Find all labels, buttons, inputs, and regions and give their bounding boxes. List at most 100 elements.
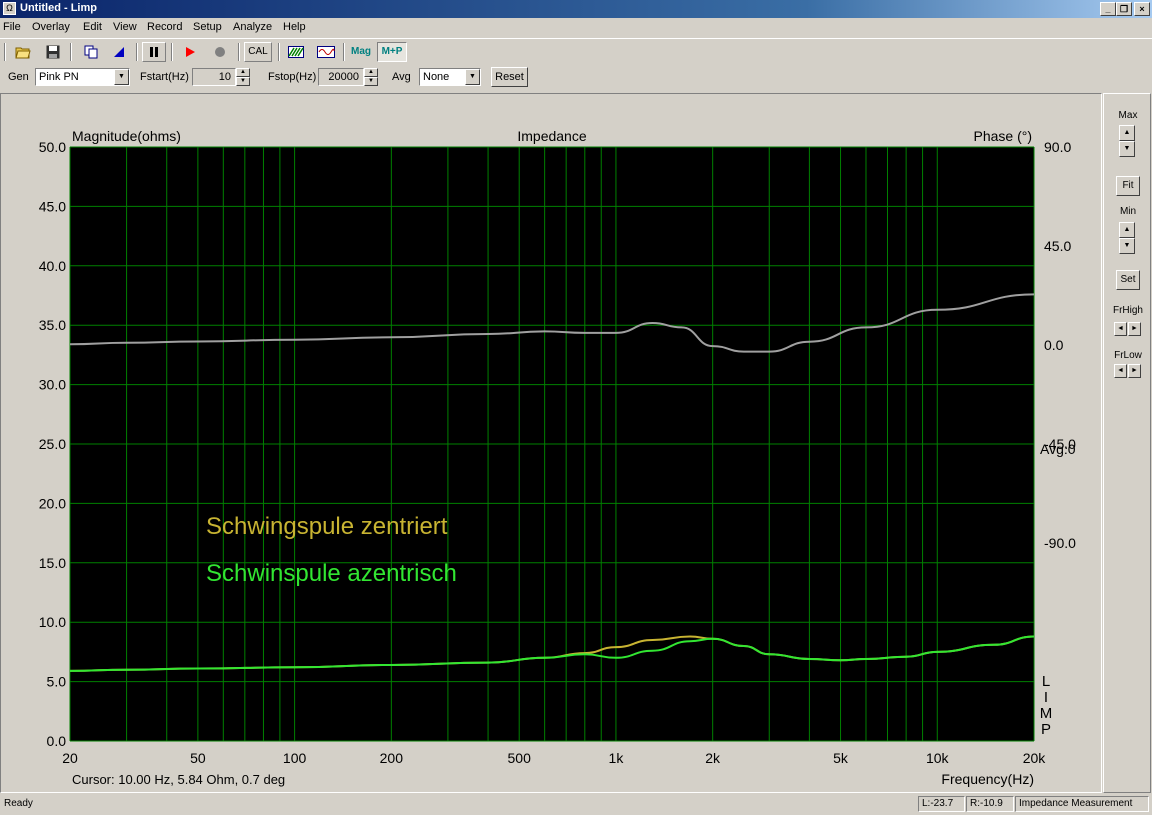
toolbar-separator xyxy=(278,43,280,61)
toolbar-separator xyxy=(4,43,6,61)
chevron-down-icon[interactable]: ▼ xyxy=(114,69,129,85)
side-tag-letter: P xyxy=(1041,721,1051,738)
restore-button[interactable]: ❐ xyxy=(1116,2,1132,16)
max-stepper[interactable]: ▲ ▼ xyxy=(1119,125,1135,157)
impedance-chart[interactable]: 0.0 5.0 10.0 15.0 20.0 25.0 30.0 35.0 40.0 45.0 50… xyxy=(1,94,1101,792)
y-axis-label: Magnitude(ohms) xyxy=(72,128,181,144)
menu-record[interactable]: Record xyxy=(147,21,182,33)
save-button[interactable] xyxy=(42,42,64,62)
toolbar-separator xyxy=(136,43,138,61)
menu-edit[interactable]: Edit xyxy=(83,21,102,33)
status-ready: Ready xyxy=(4,798,33,809)
min-label: Min xyxy=(1119,206,1137,217)
status-left-level: L:-23.7 xyxy=(918,796,965,812)
frlow-stepper[interactable]: ◄ ► xyxy=(1114,364,1142,378)
y2-tick-label: -90.0 xyxy=(1044,535,1076,551)
menu-file[interactable]: File xyxy=(3,21,21,33)
min-stepper[interactable]: ▲ ▼ xyxy=(1119,222,1135,254)
fstart-label: Fstart(Hz) xyxy=(140,71,189,83)
y-tick-label: 25.0 xyxy=(39,436,66,452)
minimize-button[interactable]: _ xyxy=(1100,2,1116,16)
spin-up-icon[interactable]: ▲ xyxy=(364,68,378,77)
chart-title: Impedance xyxy=(517,128,586,144)
x-tick-label: 2k xyxy=(705,750,721,766)
x-axis-label: Frequency(Hz) xyxy=(941,771,1034,787)
waveform-view-button[interactable] xyxy=(314,42,338,62)
x-tick-label: 20k xyxy=(1023,750,1047,766)
record-icon xyxy=(215,47,225,57)
spin-down-icon[interactable]: ▼ xyxy=(364,77,378,86)
fstop-field[interactable]: 20000 xyxy=(318,68,364,86)
open-folder-icon xyxy=(15,47,31,59)
gen-value: Pink PN xyxy=(39,71,79,83)
toolbar-separator xyxy=(238,43,240,61)
y-tick-label: 30.0 xyxy=(39,377,66,393)
spin-down-icon[interactable]: ▼ xyxy=(1119,141,1135,157)
x-tick-label: 50 xyxy=(190,750,206,766)
menu-bar: File Overlay Edit View Record Setup Anal… xyxy=(0,19,1152,37)
graph-panel: 0.0 5.0 10.0 15.0 20.0 25.0 30.0 35.0 40.0 45.0 50… xyxy=(0,93,1102,793)
cursor-readout: Cursor: 10.00 Hz, 5.84 Ohm, 0.7 deg xyxy=(72,772,285,787)
app-icon[interactable]: Ω xyxy=(3,2,16,15)
frhigh-stepper[interactable]: ◄ ► xyxy=(1114,322,1142,336)
cal-button[interactable]: CAL xyxy=(244,42,272,62)
x-tick-label: 500 xyxy=(508,750,532,766)
chevron-right-icon[interactable]: ► xyxy=(1128,364,1141,378)
toolbar-separator xyxy=(70,43,72,61)
title-bar: Ω Untitled - Limp _ ❐ × xyxy=(0,0,1152,18)
mag-button[interactable]: Mag xyxy=(347,42,375,62)
x-tick-label: 200 xyxy=(380,750,404,766)
y-tick-label: 20.0 xyxy=(39,495,66,511)
y2-tick-label: 90.0 xyxy=(1044,139,1071,155)
spin-down-icon[interactable]: ▼ xyxy=(236,77,250,86)
mag-phase-button[interactable]: M+P xyxy=(377,42,407,62)
toolbar: CAL Mag M+P xyxy=(0,38,1152,65)
open-button[interactable] xyxy=(12,42,34,62)
fstart-stepper[interactable]: ▲ ▼ xyxy=(236,68,250,86)
set-button[interactable]: Set xyxy=(1116,270,1140,290)
spin-up-icon[interactable]: ▲ xyxy=(1119,222,1135,238)
toolbar-separator xyxy=(343,43,345,61)
record-button[interactable] xyxy=(208,42,232,62)
chevron-left-icon[interactable]: ◄ xyxy=(1114,322,1127,336)
reset-button[interactable]: Reset xyxy=(491,67,528,87)
spin-up-icon[interactable]: ▲ xyxy=(236,68,250,77)
striped-graph-icon xyxy=(288,46,304,58)
menu-overlay[interactable]: Overlay xyxy=(32,21,70,33)
spin-up-icon[interactable]: ▲ xyxy=(1119,125,1135,141)
close-button[interactable]: × xyxy=(1134,2,1150,16)
x-tick-label: 20 xyxy=(62,750,78,766)
impedance-view-button[interactable] xyxy=(284,42,308,62)
menu-analyze[interactable]: Analyze xyxy=(233,21,272,33)
gen-select[interactable]: Pink PN ▼ xyxy=(35,68,130,86)
pause-button[interactable] xyxy=(142,42,166,62)
legend-annotation: Schwinspule azentrisch xyxy=(206,560,457,587)
spin-down-icon[interactable]: ▼ xyxy=(1119,238,1135,254)
y-tick-label: 35.0 xyxy=(39,317,66,333)
pause-icon xyxy=(150,47,158,57)
side-tag-letter: M xyxy=(1040,705,1053,722)
window-title: Untitled - Limp xyxy=(20,2,97,14)
y2-axis-label: Phase (°) xyxy=(973,128,1032,144)
chevron-right-icon[interactable]: ► xyxy=(1128,322,1141,336)
blue-flag-icon xyxy=(114,47,124,57)
side-tag-letter: I xyxy=(1044,689,1048,706)
avg-select[interactable]: None ▼ xyxy=(419,68,481,86)
chevron-down-icon[interactable]: ▼ xyxy=(465,69,480,85)
copy-button[interactable] xyxy=(80,42,102,62)
menu-help[interactable]: Help xyxy=(283,21,306,33)
y-tick-label: 40.0 xyxy=(39,258,66,274)
max-label: Max xyxy=(1118,110,1138,121)
play-button[interactable] xyxy=(178,42,202,62)
menu-view[interactable]: View xyxy=(113,21,137,33)
y-tick-label: 15.0 xyxy=(39,555,66,571)
gen-label: Gen xyxy=(8,71,29,83)
menu-setup[interactable]: Setup xyxy=(193,21,222,33)
chevron-left-icon[interactable]: ◄ xyxy=(1114,364,1127,378)
y-tick-label: 50.0 xyxy=(39,139,66,155)
marker-button[interactable] xyxy=(108,42,130,62)
scale-panel: Max ▲ ▼ Fit Min ▲ ▼ Set FrHigh ◄ ► FrLow ◄ ► xyxy=(1103,93,1151,793)
fit-button[interactable]: Fit xyxy=(1116,176,1140,196)
fstart-field[interactable]: 10 xyxy=(192,68,236,86)
fstop-stepper[interactable]: ▲ ▼ xyxy=(364,68,378,86)
